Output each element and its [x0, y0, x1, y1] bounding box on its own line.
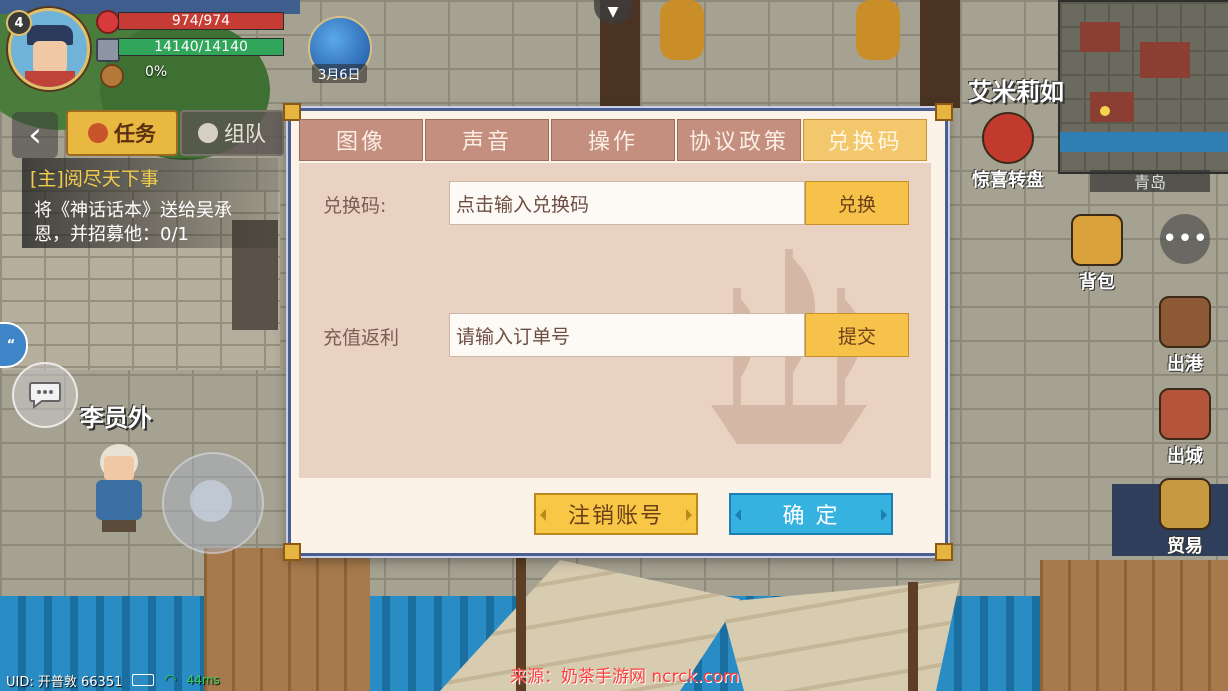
backpack-icon — [1071, 214, 1123, 266]
tab-graphics[interactable]: 图像 — [299, 119, 423, 161]
rebate-label: 充值返利 — [323, 327, 400, 349]
ship-mast — [908, 582, 918, 691]
trade-label: 贸易 — [1167, 536, 1203, 557]
joystick-knob[interactable] — [190, 480, 232, 522]
minimap-building — [1080, 22, 1120, 52]
redeem-code-label: 兑换码: — [323, 195, 387, 217]
redeem-button[interactable]: 兑换 — [805, 181, 909, 225]
ping-value: 44ms — [186, 673, 220, 687]
quest-description[interactable]: 将《神话话本》送给吴承恩，并招募他：0/1 — [34, 199, 264, 247]
ellipsis-icon[interactable]: ••• — [1160, 214, 1210, 264]
arrow-left-icon — [735, 509, 741, 521]
minimap-building — [1090, 92, 1134, 122]
status-bar: UID: 开普敦 66351 ◠ 44ms — [0, 669, 220, 691]
wheel-icon — [982, 112, 1034, 164]
submit-button[interactable]: 提交 — [805, 313, 909, 357]
tab-content: 兑换码: 点击输入兑换码 兑换 充值返利 请输入订单号 提交 — [299, 163, 931, 478]
minimap-water — [1060, 132, 1228, 152]
dock — [1040, 560, 1228, 691]
chat-button[interactable] — [12, 362, 78, 428]
wifi-icon: ◠ — [164, 672, 177, 688]
bag-button[interactable]: 背包 — [1068, 214, 1126, 294]
npc-name-label: 艾米莉如 — [968, 78, 1064, 106]
minimap-player-marker — [1100, 106, 1110, 116]
leaf-icon — [88, 123, 108, 143]
leave-city-button[interactable]: 出城 — [1156, 388, 1214, 468]
uid-text: UID: 开普敦 66351 — [6, 674, 123, 690]
npc-character[interactable] — [92, 444, 146, 534]
pillar — [920, 0, 960, 108]
task-tab-button[interactable]: 任务 — [66, 110, 178, 156]
battery-icon — [132, 674, 155, 686]
tab-sound[interactable]: 声音 — [425, 119, 549, 161]
heart-icon — [96, 10, 120, 34]
leave-city-label: 出城 — [1167, 446, 1203, 467]
minimap-location: 青岛 — [1090, 170, 1210, 192]
mp-value: 14140/14140 — [154, 39, 248, 55]
lucky-wheel-button[interactable]: 惊喜转盘 — [966, 112, 1050, 192]
lantern — [660, 0, 704, 60]
bag-label: 背包 — [1079, 272, 1115, 293]
dock — [204, 548, 370, 691]
source-watermark: 来源：奶茶手游网 ncrck.com — [510, 667, 740, 687]
game-date: 3月6日 — [312, 64, 367, 83]
chat-bubble-icon — [29, 382, 61, 409]
logout-account-label: 注销账号 — [567, 504, 664, 529]
dialog-corner — [283, 543, 301, 561]
dialog-corner — [935, 543, 953, 561]
settings-dialog: 图像 声音 操作 协议政策 兑换码 兑换码: 点击输入兑换码 兑换 充值返利 请… — [283, 103, 953, 561]
logout-account-button[interactable]: 注销账号 — [534, 493, 698, 535]
coin-icon — [1159, 478, 1211, 530]
hp-value: 974/974 — [171, 13, 231, 29]
confirm-button[interactable]: 确 定 — [729, 493, 893, 535]
globe-icon — [198, 123, 218, 143]
team-tab-button[interactable]: 组队 — [180, 110, 284, 156]
tab-policy[interactable]: 协议政策 — [677, 119, 801, 161]
task-tab-label: 任务 — [114, 122, 156, 146]
redeem-code-input[interactable]: 点击输入兑换码 — [449, 181, 805, 225]
chevron-left-icon[interactable]: ‹ — [12, 112, 58, 158]
exp-value: 0% — [145, 64, 168, 80]
arrow-left-icon — [540, 509, 546, 521]
mp-bar: 14140/14140 — [118, 38, 284, 56]
lucky-wheel-label: 惊喜转盘 — [972, 170, 1044, 191]
player-level-badge: 4 — [6, 10, 32, 36]
team-tab-label: 组队 — [224, 122, 266, 146]
arrow-right-icon — [881, 509, 887, 521]
set-sail-label: 出港 — [1167, 354, 1203, 375]
avatar-face — [33, 41, 67, 73]
npc-name-label: 李员外 — [80, 404, 152, 432]
tab-redeem-code[interactable]: 兑换码 — [803, 119, 927, 161]
settings-tabs: 图像 声音 操作 协议政策 兑换码 — [299, 119, 927, 161]
arrow-right-icon — [686, 509, 692, 521]
ship-icon — [1159, 296, 1211, 348]
minimap[interactable] — [1058, 0, 1228, 174]
trade-button[interactable]: 贸易 — [1156, 478, 1214, 558]
hp-bar: 974/974 — [118, 12, 284, 30]
quest-title[interactable]: [主]阅尽天下事 — [30, 164, 159, 191]
dialog-corner — [935, 103, 953, 121]
minimap-building — [1140, 42, 1190, 78]
tab-controls[interactable]: 操作 — [551, 119, 675, 161]
confirm-label: 确 定 — [782, 504, 840, 529]
lantern — [856, 0, 900, 60]
star-icon — [100, 64, 124, 88]
set-sail-button[interactable]: 出港 — [1156, 296, 1214, 376]
order-number-input[interactable]: 请输入订单号 — [449, 313, 805, 357]
hammer-icon — [96, 38, 120, 62]
horse-icon — [1159, 388, 1211, 440]
